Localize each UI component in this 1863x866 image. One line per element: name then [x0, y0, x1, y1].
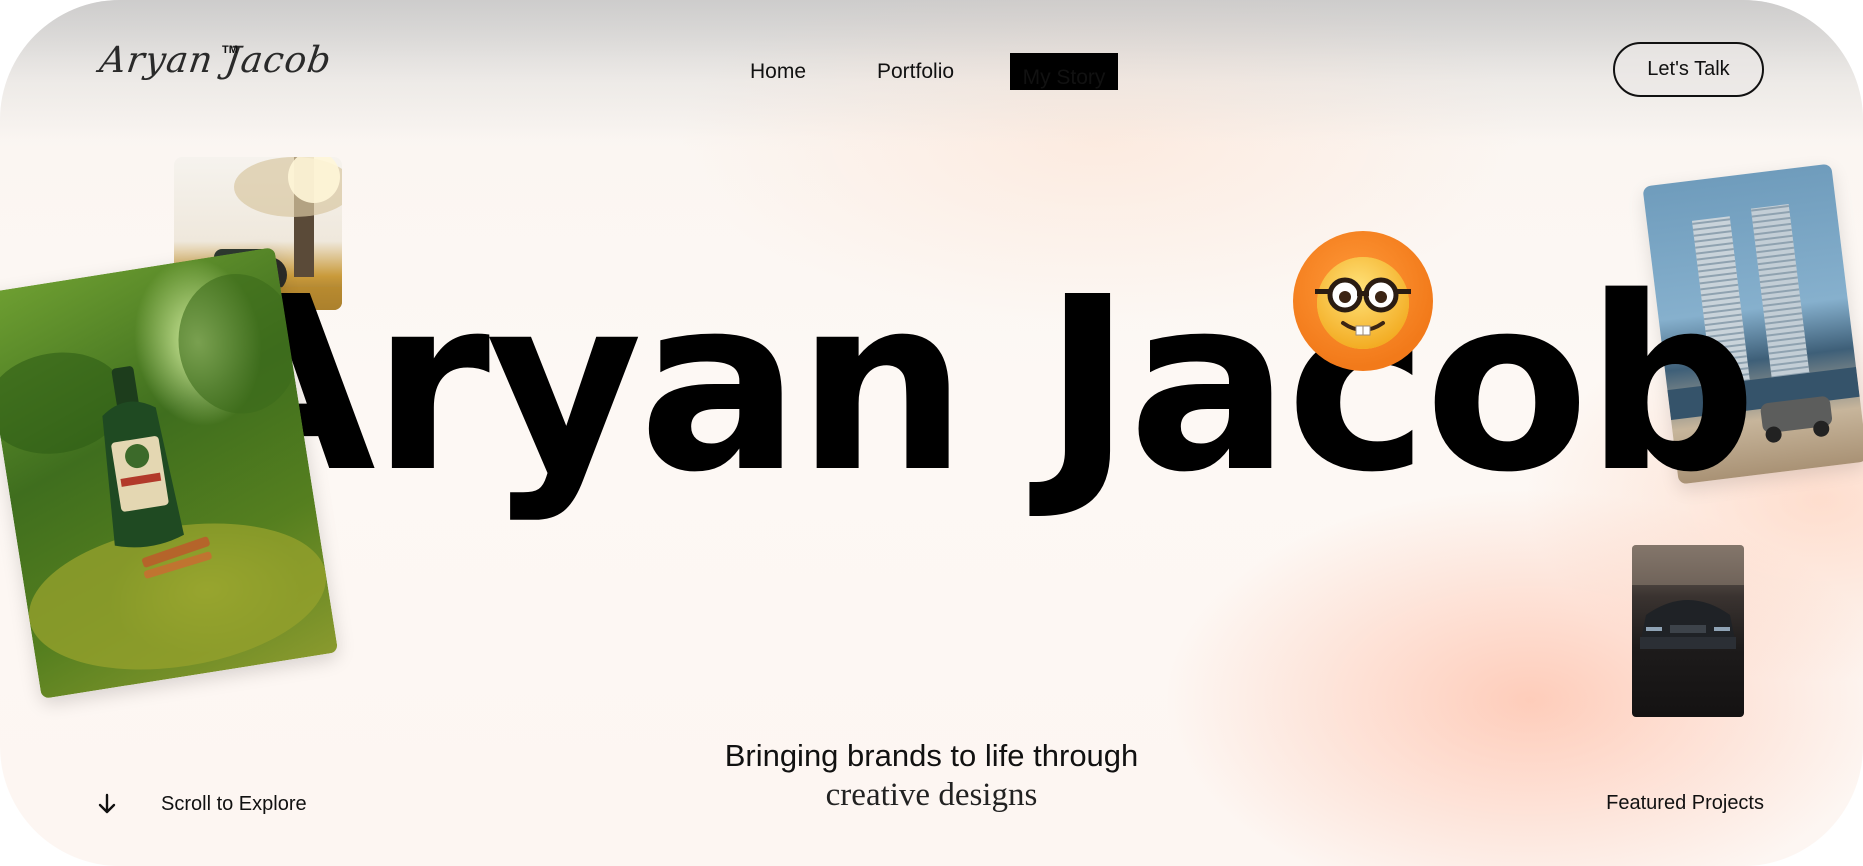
nerd-face-emoji [1315, 257, 1411, 349]
black-car-illustration [1632, 545, 1744, 649]
tagline-line-2: creative designs [825, 777, 1038, 813]
hero-frame: Aryan Jacob TM Home Portfolio My Story L… [0, 0, 1863, 866]
black-car-photo [1632, 545, 1744, 717]
arrow-down-icon [98, 793, 116, 814]
tagline-line-1: Bringing brands to life through [724, 738, 1139, 773]
trademark-mark: TM [222, 44, 238, 56]
scroll-to-explore[interactable]: Scroll to Explore [95, 792, 307, 816]
nerd-face-icon [1293, 231, 1433, 371]
featured-projects-link[interactable]: Featured Projects [1580, 792, 1764, 815]
nav-item-home[interactable]: Home [740, 54, 816, 90]
nav-item-portfolio[interactable]: Portfolio [867, 54, 964, 90]
lets-talk-button[interactable]: Let's Talk [1613, 42, 1764, 97]
nav-item-my-story[interactable]: My Story [1010, 53, 1118, 90]
scroll-label: Scroll to Explore [161, 792, 307, 815]
hero-title: Aryan Jacob [190, 245, 1757, 525]
logo[interactable]: Aryan Jacob [97, 40, 334, 81]
